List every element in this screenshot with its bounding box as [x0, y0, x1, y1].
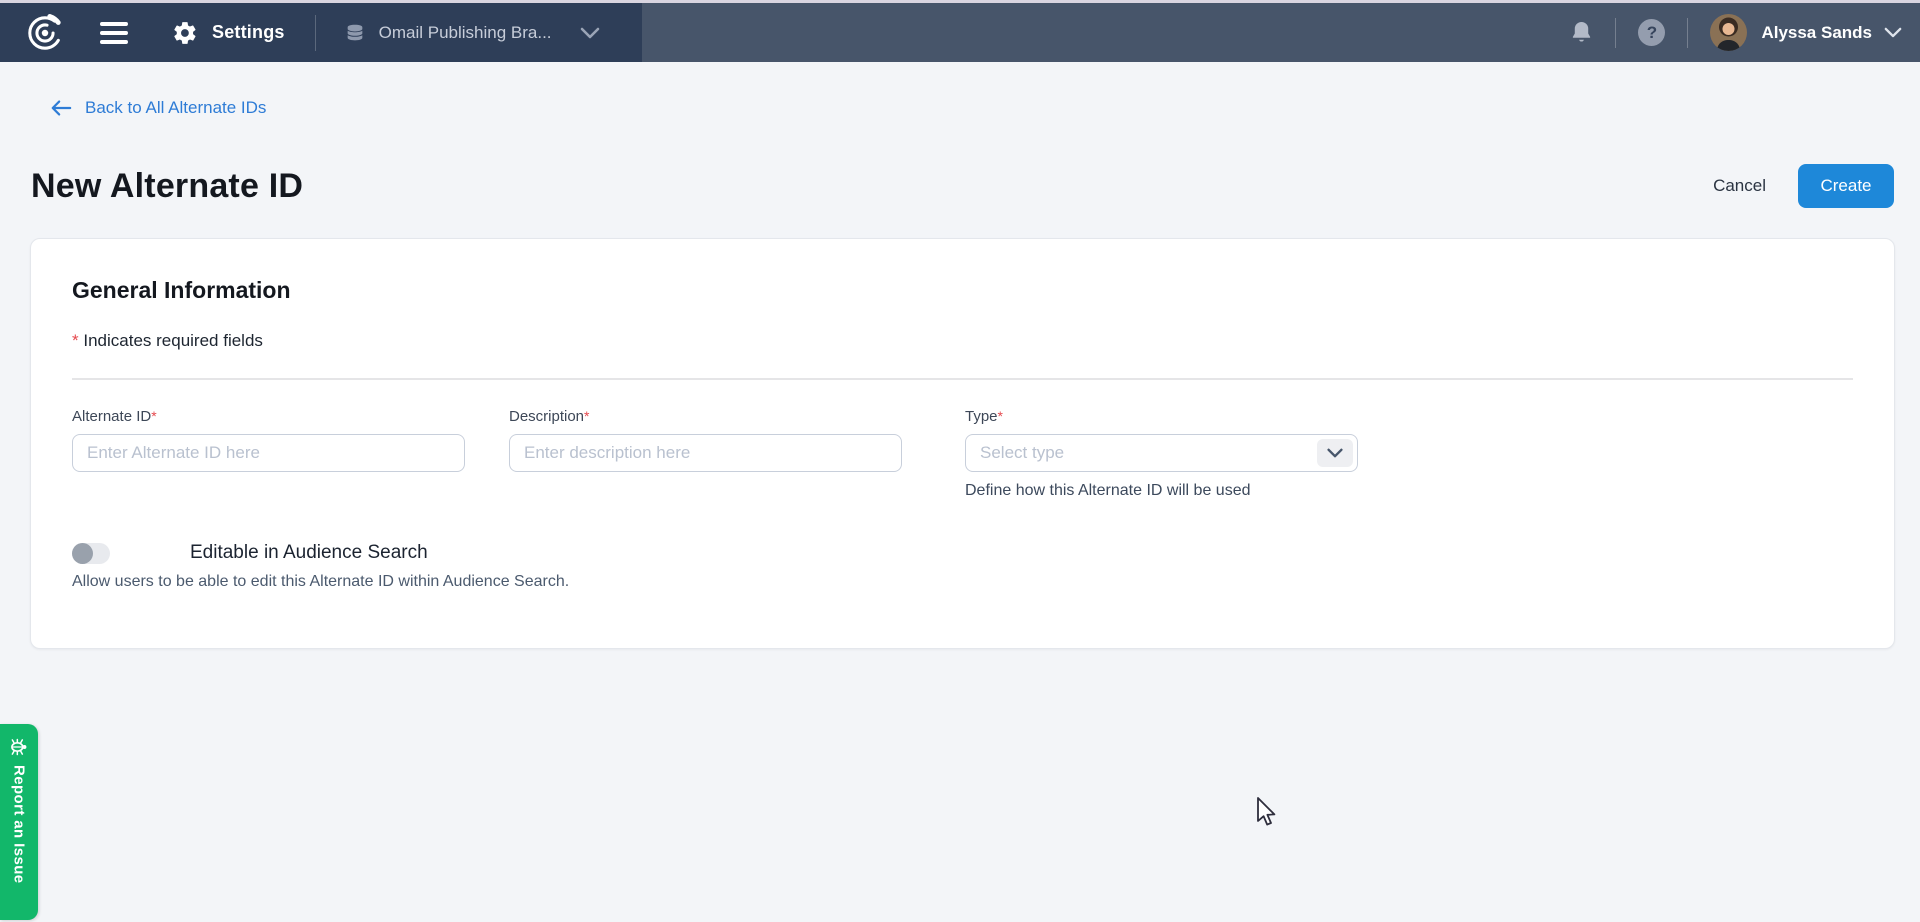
title-actions: Cancel Create — [1699, 164, 1894, 208]
required-asterisk: * — [584, 408, 589, 424]
type-helper-text: Define how this Alternate ID will be use… — [965, 482, 1358, 500]
avatar[interactable] — [1710, 14, 1747, 51]
alternate-id-field-group: Alternate ID* — [72, 408, 465, 500]
alternate-id-input[interactable] — [72, 434, 465, 472]
chevron-down-icon — [1327, 448, 1343, 458]
create-button[interactable]: Create — [1798, 164, 1894, 208]
required-asterisk: * — [151, 408, 156, 424]
alternate-id-label: Alternate ID* — [72, 408, 465, 425]
editable-toggle-helper: Allow users to be able to edit this Alte… — [72, 573, 1853, 591]
cancel-button[interactable]: Cancel — [1699, 166, 1780, 206]
chevron-down-icon[interactable] — [1884, 27, 1902, 38]
database-icon — [344, 21, 366, 45]
page-content: Back to All Alternate IDs New Alternate … — [0, 62, 1920, 922]
back-arrow-icon — [50, 99, 72, 117]
type-select-placeholder: Select type — [980, 443, 1064, 463]
help-button[interactable]: ? — [1638, 19, 1665, 46]
required-fields-note: * Indicates required fields — [72, 331, 1853, 351]
type-select[interactable]: Select type — [965, 434, 1358, 472]
description-input[interactable] — [509, 434, 902, 472]
user-menu-name[interactable]: Alyssa Sands — [1761, 23, 1872, 43]
type-label: Type* — [965, 408, 1358, 425]
topbar-divider — [1687, 18, 1688, 48]
notifications-button[interactable] — [1570, 20, 1593, 45]
nav-settings-label: Settings — [212, 22, 285, 43]
section-title: General Information — [72, 277, 1853, 304]
back-link-label: Back to All Alternate IDs — [85, 98, 266, 118]
editable-toggle[interactable] — [72, 543, 110, 564]
toggle-knob — [72, 543, 93, 564]
mouse-cursor — [1256, 797, 1280, 829]
topbar-divider — [315, 15, 316, 51]
topbar-right-section: ? Alyssa Sands — [1570, 3, 1920, 62]
section-divider — [72, 378, 1853, 380]
editable-toggle-row: Editable in Audience Search — [72, 542, 1853, 564]
fields-row: Alternate ID* Description* Type* Select … — [72, 408, 1853, 500]
topbar-left-section: Settings Omail Publishing Bra... — [0, 3, 642, 62]
nav-settings[interactable]: Settings — [172, 20, 285, 46]
general-information-card: General Information * Indicates required… — [30, 238, 1895, 649]
bug-icon — [9, 737, 29, 757]
type-field-group: Type* Select type Define how this Altern… — [965, 408, 1358, 500]
description-field-group: Description* — [509, 408, 902, 500]
title-row: New Alternate ID Cancel Create — [31, 164, 1894, 208]
brand-selector-value: Omail Publishing Bra... — [379, 23, 552, 43]
brand-selector[interactable]: Omail Publishing Bra... — [344, 21, 642, 45]
page-title: New Alternate ID — [31, 164, 303, 208]
description-label: Description* — [509, 408, 902, 425]
required-asterisk: * — [998, 408, 1003, 424]
back-link[interactable]: Back to All Alternate IDs — [0, 62, 266, 118]
select-chevron-button[interactable] — [1317, 439, 1353, 467]
help-icon: ? — [1638, 19, 1665, 46]
topbar-divider — [1615, 18, 1616, 48]
topbar: Settings Omail Publishing Bra... ? — [0, 3, 1920, 62]
bell-icon — [1570, 20, 1593, 45]
hamburger-menu-icon[interactable] — [100, 22, 128, 44]
gear-icon — [172, 20, 198, 46]
editable-toggle-label: Editable in Audience Search — [190, 542, 428, 564]
report-an-issue-label: Report an Issue — [11, 765, 28, 884]
app-logo-icon[interactable] — [26, 14, 64, 52]
chevron-down-icon — [580, 27, 600, 39]
required-asterisk: * — [72, 331, 79, 350]
report-an-issue-tab[interactable]: Report an Issue — [0, 724, 38, 920]
